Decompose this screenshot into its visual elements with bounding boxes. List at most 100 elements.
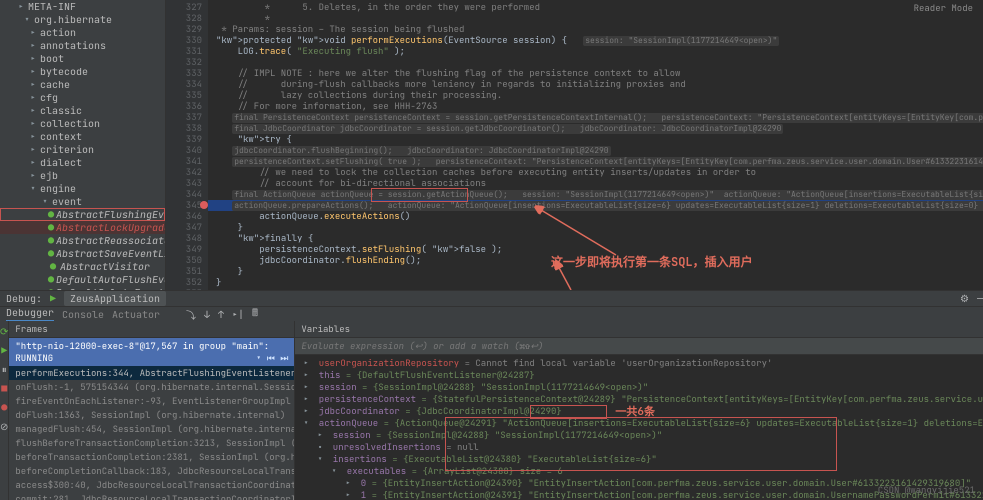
tree-label: org.hibernate [34, 13, 112, 26]
tree-label: bytecode [40, 65, 88, 78]
tree-item[interactable]: ▸boot [0, 52, 165, 65]
console-tab[interactable]: Console [62, 308, 104, 321]
annotation-text: 这一步即将执行第一条SQL，插入用户 [551, 253, 753, 270]
frame-row[interactable]: beforeCompletionCallback:183, JdbcResour… [9, 464, 294, 478]
class-icon: ● [48, 221, 54, 234]
package-icon: ▸ [28, 117, 38, 130]
tree-label: action [40, 26, 76, 39]
package-icon: ▸ [28, 52, 38, 65]
class-icon: ● [48, 234, 54, 247]
frame-row[interactable]: access$300:40, JdbcResourceLocalTransact… [9, 478, 294, 492]
tree-label: cache [40, 78, 70, 91]
tree-label: event [52, 195, 82, 208]
tree-label: AbstractFlushingEventListener [56, 208, 166, 221]
debug-config-tab[interactable]: ZeusApplication [64, 291, 166, 306]
tree-item[interactable]: ●AbstractFlushingEventListener [0, 208, 165, 221]
tree-label: DefaultAutoFlushEventListener [56, 273, 166, 286]
watermark: CSDN @wangyijie521 [878, 484, 975, 496]
package-icon: ▸ [28, 130, 38, 143]
pause-icon[interactable]: ⏸ [2, 363, 7, 376]
class-icon: ● [48, 247, 54, 260]
tree-label: dialect [40, 156, 82, 169]
tree-label: boot [40, 52, 64, 65]
tree-item[interactable]: ▸bytecode [0, 65, 165, 78]
frame-row[interactable]: flushBeforeTransactionCompletion:3213, S… [9, 436, 294, 450]
tree-label: criterion [40, 143, 94, 156]
frame-row[interactable]: doFlush:1363, SessionImpl (org.hibernate… [9, 408, 294, 422]
tree-label: META-INF [28, 0, 76, 13]
tree-item[interactable]: ▾event [0, 195, 165, 208]
frames-panel[interactable]: Frames "http-nio-12000-exec-8"@17,567 in… [9, 321, 295, 500]
tree-item[interactable]: ▸criterion [0, 143, 165, 156]
evaluate-icon[interactable]: 🖩 [252, 306, 258, 323]
tree-item[interactable]: ▸collection [0, 117, 165, 130]
tree-item[interactable]: ▾engine [0, 182, 165, 195]
package-icon: ▾ [28, 182, 38, 195]
package-icon: ▾ [40, 195, 50, 208]
tree-label: ejb [40, 169, 58, 182]
gear-icon[interactable]: ⚙ [960, 292, 969, 305]
tree-label: context [40, 130, 82, 143]
step-into-icon[interactable]: ↓ [204, 308, 210, 321]
thread-text: "http-nio-12000-exec-8"@17,567 in group … [15, 340, 269, 364]
mute-breakpoints-icon[interactable]: ⊘ [0, 420, 8, 433]
reader-mode-label[interactable]: Reader Mode [914, 2, 973, 14]
class-icon: ● [48, 208, 54, 221]
run-to-cursor-icon[interactable]: ▸| [232, 308, 244, 321]
step-out-icon[interactable]: ↑ [218, 308, 224, 321]
tree-item-selected[interactable]: ●AbstractLockUpgradeEventListener [0, 221, 165, 234]
step-over-icon[interactable]: ⤵ [186, 307, 196, 322]
actuator-tab[interactable]: Actuator [112, 308, 160, 321]
variable-row[interactable]: ▸ session = {SessionImpl@24288} "Session… [295, 381, 983, 393]
variable-row[interactable]: ▸ userOrganizationRepository = Cannot fi… [295, 357, 983, 369]
frame-row[interactable]: managedFlush:454, SessionImpl (org.hiber… [9, 422, 294, 436]
resume-icon[interactable]: ▶ [1, 344, 7, 357]
tree-item[interactable]: ▸cache [0, 78, 165, 91]
variables-panel[interactable]: Variables Evaluate expression (↩) or add… [295, 321, 983, 500]
minimize-icon[interactable]: — [977, 292, 983, 305]
debugger-tab[interactable]: Debugger [6, 306, 54, 322]
view-breakpoints-icon[interactable]: ● [1, 401, 7, 414]
tree-item[interactable]: ●DefaultAutoFlushEventListener [0, 273, 165, 286]
package-icon: ▸ [28, 104, 38, 117]
frame-row[interactable]: performExecutions:344, AbstractFlushingE… [9, 366, 294, 380]
debug-sub-tabs: Debugger Console Actuator ⤵ ↓ ↑ ▸| 🖩 [0, 306, 983, 321]
thread-label[interactable]: "http-nio-12000-exec-8"@17,567 in group … [9, 338, 294, 366]
code-area[interactable]: * 5. Deletes, in the order they were per… [208, 0, 983, 290]
tree-label: collection [40, 117, 100, 130]
rerun-icon[interactable]: ⟳ [0, 325, 8, 338]
code-editor[interactable]: 3273283293303313323333343353363373383393… [166, 0, 983, 290]
project-tree[interactable]: ▸META-INF ▾org.hibernate ▸action ▸annota… [0, 0, 166, 290]
tree-item[interactable]: ▸annotations [0, 39, 165, 52]
tree-item[interactable]: ●AbstractReassociateEventListener [0, 234, 165, 247]
stop-icon[interactable]: ■ [1, 382, 7, 395]
tree-item[interactable]: ●AbstractSaveEventListener [0, 247, 165, 260]
package-icon: ▸ [28, 65, 38, 78]
package-icon: ▸ [28, 143, 38, 156]
debug-side-toolbar: ⟳ ▶ ⏸ ■ ● ⊘ [0, 321, 9, 500]
tree-item[interactable]: ▸action [0, 26, 165, 39]
variables-header: Variables [295, 321, 983, 338]
package-icon: ▸ [28, 78, 38, 91]
tree-item[interactable]: ▸dialect [0, 156, 165, 169]
tree-item[interactable]: ▸context [0, 130, 165, 143]
package-icon: ▸ [28, 91, 38, 104]
frame-row[interactable]: fireEventOnEachListener:-93, EventListen… [9, 394, 294, 408]
tree-item[interactable]: ●AbstractVisitor [0, 260, 165, 273]
run-config-icon: ▶ [50, 292, 56, 305]
annotation-box [445, 417, 837, 471]
tree-label: engine [40, 182, 76, 195]
tree-item[interactable]: ▸classic [0, 104, 165, 117]
variable-row[interactable]: ▸ this = {DefaultFlushEventListener@2428… [295, 369, 983, 381]
tree-item[interactable]: ▸ejb [0, 169, 165, 182]
tree-label: AbstractLockUpgradeEventListener [56, 221, 166, 234]
frame-row[interactable]: commit:281, JdbcResourceLocalTransaction… [9, 492, 294, 500]
debug-tool-header: Debug: ▶ ZeusApplication ⚙ — [0, 290, 983, 306]
package-icon: ▸ [28, 26, 38, 39]
breakpoint-icon[interactable] [200, 201, 208, 209]
evaluate-input[interactable]: Evaluate expression (↩) or add a watch (… [295, 338, 983, 355]
tree-item[interactable]: ▸cfg [0, 91, 165, 104]
folder-icon: ▸ [16, 0, 26, 13]
frame-row[interactable]: onFlush:-1, 575154344 (org.hibernate.int… [9, 380, 294, 394]
frame-row[interactable]: beforeTransactionCompletion:2381, Sessio… [9, 450, 294, 464]
